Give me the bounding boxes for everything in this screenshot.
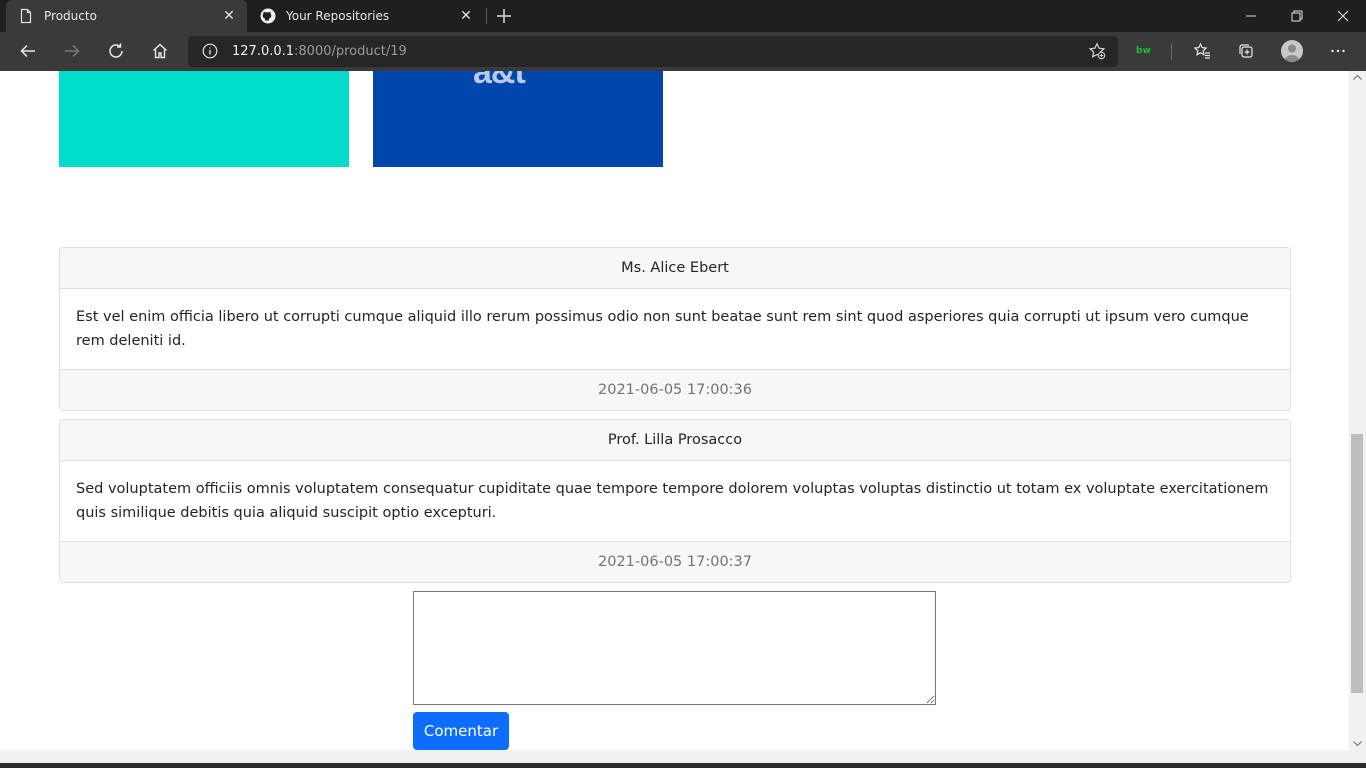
back-icon[interactable] xyxy=(13,36,43,66)
restore-icon[interactable] xyxy=(1274,0,1320,32)
comment-date: 2021-06-05 17:00:37 xyxy=(60,541,1290,582)
comment-date: 2021-06-05 17:00:36 xyxy=(60,369,1290,410)
new-tab-icon[interactable] xyxy=(493,5,515,27)
tab-your-repositories[interactable]: Your Repositories ✕ xyxy=(248,0,484,32)
vertical-scrollbar[interactable] xyxy=(1349,71,1366,750)
comment-author: Ms. Alice Ebert xyxy=(60,248,1290,289)
taskbar-edge xyxy=(0,763,1366,768)
page-viewport: a&t Ms. Alice Ebert Est vel enim officia… xyxy=(0,71,1349,750)
product-image xyxy=(59,71,349,167)
comment-card: Ms. Alice Ebert Est vel enim officia lib… xyxy=(59,247,1291,411)
comment-body: Est vel enim officia libero ut corrupti … xyxy=(76,309,1249,349)
comment-author: Prof. Lilla Prosacco xyxy=(60,420,1290,461)
product-logo-fragment: a&t xyxy=(473,71,526,91)
close-icon[interactable]: ✕ xyxy=(458,8,474,24)
tab-separator xyxy=(486,8,487,24)
url-path: :8000/product/19 xyxy=(294,44,407,59)
scroll-down-arrow-icon[interactable] xyxy=(1353,741,1362,747)
browser-toolbar: 127.0.0.1:8000/product/19 bw xyxy=(0,32,1366,71)
profile-avatar[interactable] xyxy=(1281,40,1303,62)
github-icon xyxy=(260,8,276,24)
minimize-icon[interactable] xyxy=(1228,0,1274,32)
tab-producto[interactable]: Producto ✕ xyxy=(6,0,247,32)
page-icon xyxy=(18,8,34,24)
favorites-icon[interactable] xyxy=(1187,36,1217,66)
tab-title: Your Repositories xyxy=(286,9,390,23)
info-icon[interactable] xyxy=(202,43,218,59)
url-host: 127.0.0.1 xyxy=(232,44,295,59)
address-bar[interactable]: 127.0.0.1:8000/product/19 xyxy=(188,36,1118,67)
url-text[interactable]: 127.0.0.1:8000/product/19 xyxy=(232,43,407,60)
home-icon[interactable] xyxy=(145,36,175,66)
extension-icon[interactable]: bw xyxy=(1136,44,1152,58)
scroll-up-arrow-icon[interactable] xyxy=(1353,74,1362,80)
comment-card: Prof. Lilla Prosacco Sed voluptatem offi… xyxy=(59,419,1291,583)
product-image: a&t xyxy=(373,71,663,167)
collections-icon[interactable] xyxy=(1231,36,1261,66)
tab-bar: Producto ✕ Your Repositories ✕ xyxy=(0,0,1366,32)
comment-body: Sed voluptatem officiis omnis voluptatem… xyxy=(76,481,1269,521)
close-icon[interactable]: ✕ xyxy=(221,8,237,24)
add-favorite-icon[interactable] xyxy=(1088,42,1106,60)
tab-title: Producto xyxy=(44,9,97,23)
comment-submit-button[interactable]: Comentar xyxy=(413,712,509,750)
refresh-icon[interactable] xyxy=(101,36,131,66)
comment-textarea[interactable] xyxy=(413,591,936,705)
toolbar-divider xyxy=(1171,43,1172,60)
forward-icon[interactable] xyxy=(57,36,87,66)
scroll-thumb[interactable] xyxy=(1351,434,1363,693)
close-window-icon[interactable] xyxy=(1320,0,1366,32)
more-options-icon[interactable] xyxy=(1323,36,1353,66)
